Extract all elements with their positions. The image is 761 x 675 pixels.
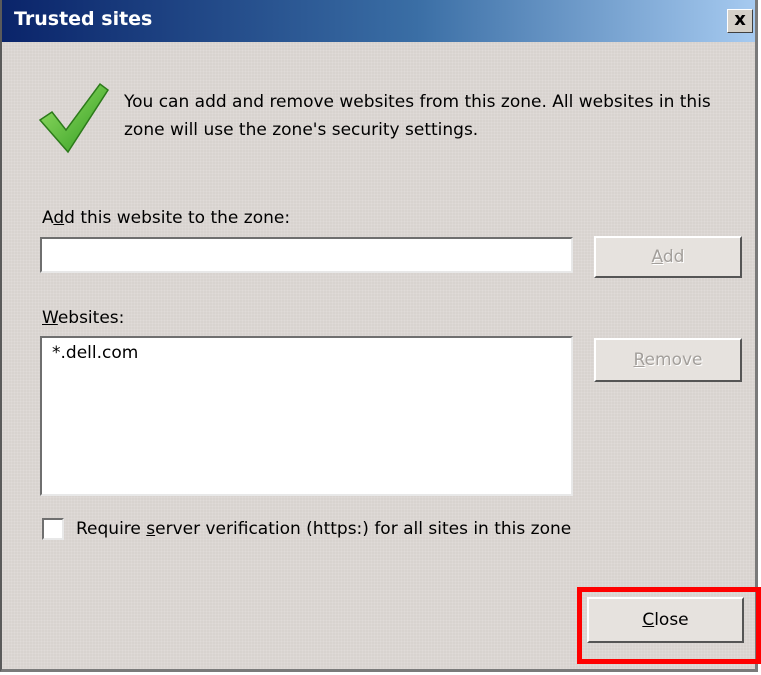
close-icon: x [734,9,746,30]
require-verification-label[interactable]: Require server verification (https:) for… [76,519,571,539]
close-button-highlight [577,587,761,664]
trusted-sites-dialog: Trusted sites x You can add and remove w… [0,0,761,672]
website-input[interactable] [40,237,573,273]
title-bar: Trusted sites x [2,0,755,42]
websites-label: Websites: [42,308,125,328]
info-text: You can add and remove websites from thi… [124,92,711,140]
add-website-label: Add this website to the zone: [42,208,291,228]
list-item[interactable]: *.dell.com [52,343,138,363]
remove-button[interactable]: Remove [594,338,742,382]
checkmark-icon [38,82,110,154]
close-window-button[interactable]: x [727,9,753,33]
add-button[interactable]: Add [594,236,742,278]
websites-list[interactable]: *.dell.com [40,336,573,496]
require-verification-checkbox[interactable] [42,518,64,540]
window-title: Trusted sites [14,8,153,30]
